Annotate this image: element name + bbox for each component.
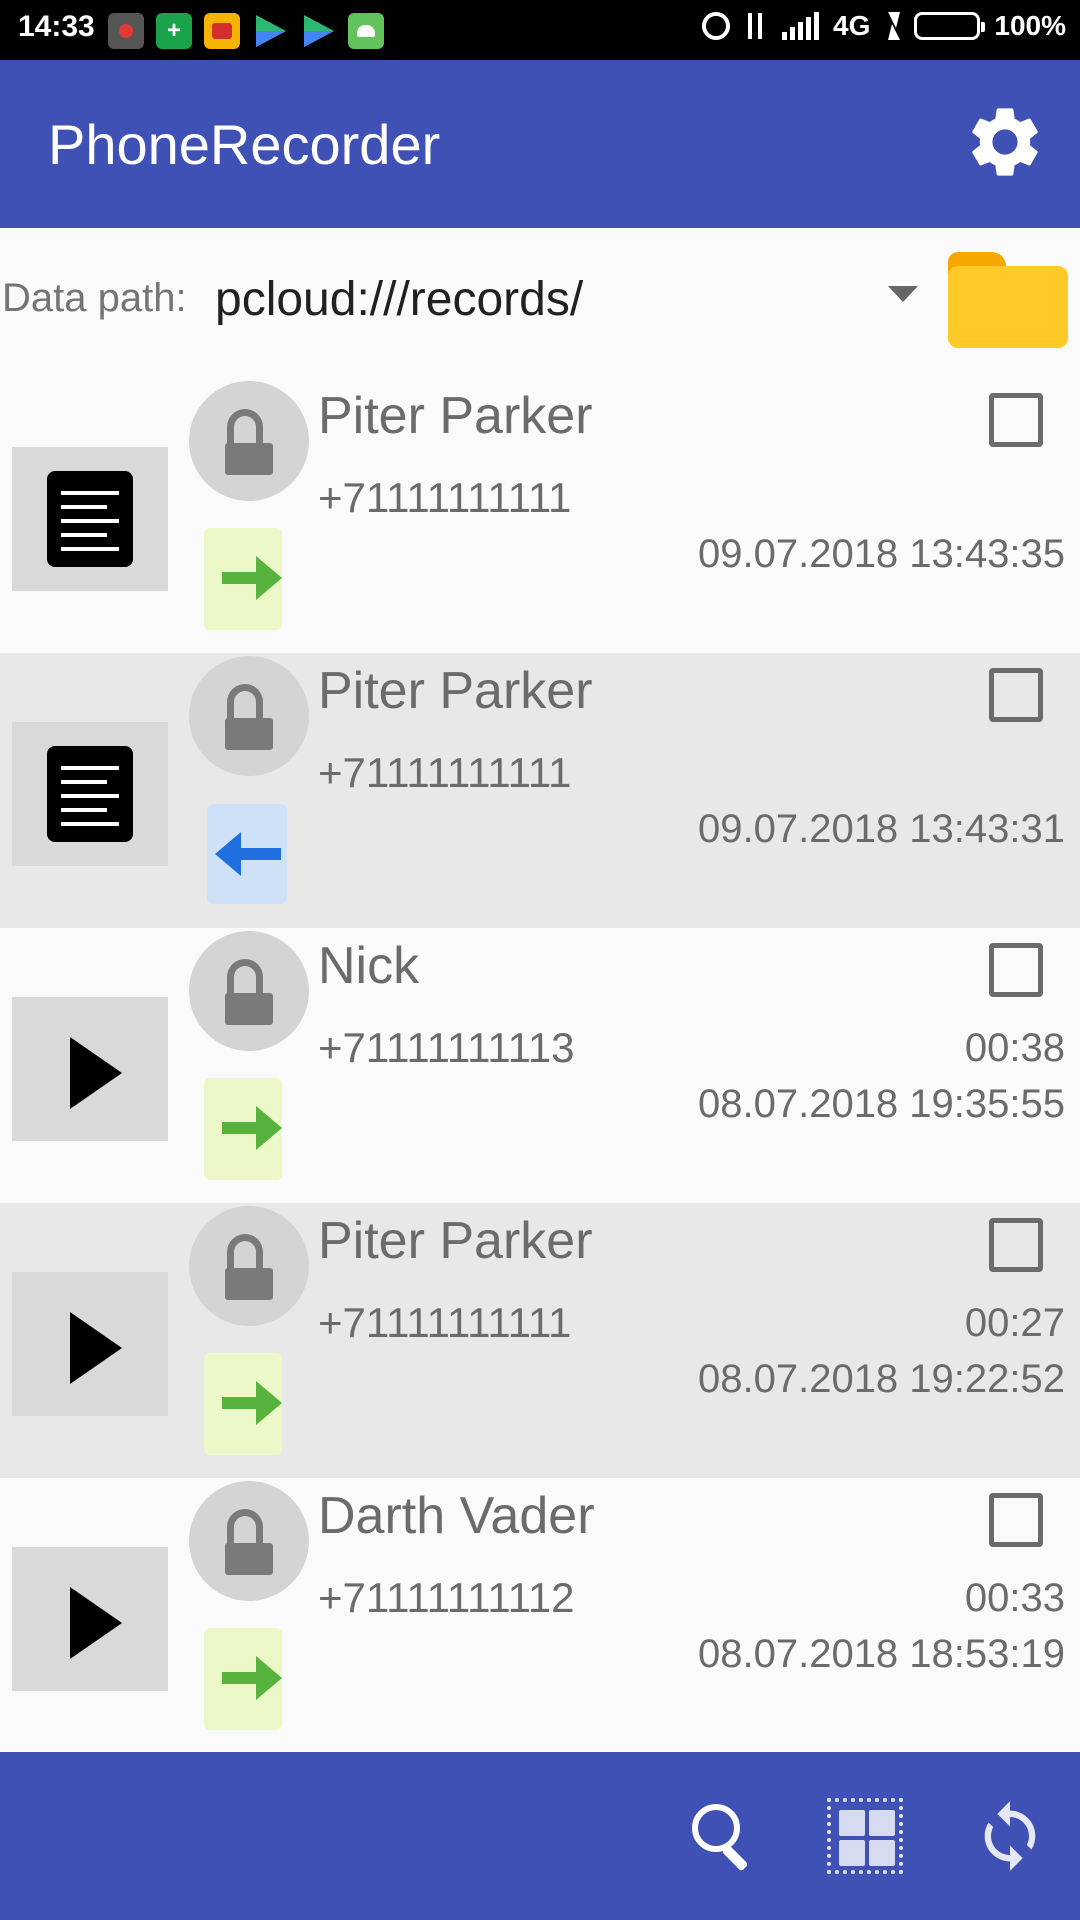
select-checkbox[interactable]	[989, 1218, 1043, 1272]
play-button[interactable]	[12, 1272, 168, 1416]
status-bar: 14:33 4G 100%	[0, 0, 1080, 60]
search-icon[interactable]	[688, 1800, 764, 1876]
contact-phone: +71111111111	[318, 1299, 572, 1346]
document-icon	[47, 471, 133, 567]
system-status: 4G 100%	[702, 10, 1066, 42]
play-icon	[70, 1312, 122, 1384]
lock-button[interactable]	[189, 931, 309, 1051]
record-duration: 00:38	[964, 1026, 1065, 1070]
lock-button[interactable]	[189, 656, 309, 776]
play-store-icon	[300, 13, 336, 49]
tag-app-icon	[204, 13, 240, 49]
alarm-icon	[702, 12, 731, 40]
lock-icon	[227, 684, 263, 722]
record-row[interactable]: Piter Parker +71111111111 09.07.2018 13:…	[0, 653, 1080, 928]
charging-icon	[884, 12, 901, 40]
search-handle	[721, 1844, 749, 1872]
contact-phone: +71111111111	[318, 749, 572, 796]
contact-phone: +71111111113	[318, 1024, 575, 1071]
folder-icon[interactable]	[946, 250, 1070, 350]
outgoing-call-icon	[204, 528, 282, 630]
lock-icon	[227, 1234, 263, 1272]
contact-phone: +71111111112	[318, 1574, 575, 1621]
document-icon	[47, 746, 133, 842]
lock-button[interactable]	[189, 1481, 309, 1601]
data-path-select[interactable]: pcloud:///records/	[215, 272, 583, 327]
notification-icons	[108, 13, 384, 49]
battery-icon	[914, 12, 986, 40]
data-path-row: Data path: pcloud:///records/	[0, 228, 1080, 378]
record-duration: 00:33	[964, 1576, 1065, 1620]
lock-icon	[227, 409, 263, 447]
folder-body	[948, 266, 1068, 348]
arrow-right-icon	[222, 1381, 282, 1425]
select-checkbox[interactable]	[989, 1493, 1043, 1547]
open-document-button[interactable]	[12, 722, 168, 866]
lock-icon	[227, 959, 263, 997]
lock-body	[225, 1268, 273, 1300]
lock-body	[225, 718, 273, 750]
play-store-icon	[252, 13, 288, 49]
lock-body	[225, 443, 273, 475]
network-type: 4G	[833, 10, 871, 41]
lock-button[interactable]	[189, 1206, 309, 1326]
select-checkbox[interactable]	[989, 943, 1043, 997]
lock-body	[225, 1543, 273, 1575]
app-bar: PhoneRecorder	[0, 60, 1080, 228]
record-row[interactable]: Piter Parker +71111111111 09.07.2018 13:…	[0, 378, 1080, 653]
record-datetime: 09.07.2018 13:43:31	[697, 807, 1065, 851]
play-button[interactable]	[12, 1547, 168, 1691]
search-ring	[692, 1804, 740, 1852]
contact-name: Nick	[318, 937, 420, 995]
select-checkbox[interactable]	[989, 393, 1043, 447]
contact-name: Piter Parker	[318, 387, 593, 445]
battery-percent: 100%	[994, 10, 1066, 41]
play-button[interactable]	[12, 997, 168, 1141]
play-icon	[70, 1587, 122, 1659]
arrow-left-icon	[215, 832, 281, 876]
refresh-icon[interactable]	[972, 1796, 1048, 1876]
status-time: 14:33	[18, 10, 95, 43]
signal-icon	[782, 12, 820, 40]
security-shield-icon	[156, 13, 192, 49]
contact-name: Piter Parker	[318, 1212, 593, 1270]
select-all-icon[interactable]	[827, 1798, 903, 1874]
record-row[interactable]: Nick +71111111113 00:38 08.07.2018 19:35…	[0, 928, 1080, 1203]
lock-icon	[227, 1509, 263, 1547]
data-transfer-icon	[744, 11, 768, 41]
record-datetime: 08.07.2018 19:35:55	[697, 1082, 1065, 1126]
outgoing-call-icon	[204, 1628, 282, 1730]
lock-button[interactable]	[189, 381, 309, 501]
bottom-toolbar	[0, 1752, 1080, 1920]
arrow-right-icon	[222, 1656, 282, 1700]
gear-icon[interactable]	[963, 100, 1047, 184]
record-datetime: 08.07.2018 18:53:19	[697, 1632, 1065, 1676]
arrow-right-icon	[222, 556, 282, 600]
android-app-icon	[348, 13, 384, 49]
records-list: Piter Parker +71111111111 09.07.2018 13:…	[0, 378, 1080, 1753]
chevron-down-icon[interactable]	[888, 286, 918, 302]
contact-phone: +71111111111	[318, 474, 572, 521]
incoming-call-icon	[207, 804, 287, 904]
outgoing-call-icon	[204, 1078, 282, 1180]
record-row[interactable]: Darth Vader +71111111112 00:33 08.07.201…	[0, 1478, 1080, 1753]
screen-recorder-icon	[108, 13, 144, 49]
contact-name: Darth Vader	[318, 1487, 595, 1545]
data-path-label: Data path:	[2, 276, 187, 320]
select-checkbox[interactable]	[989, 668, 1043, 722]
lock-body	[225, 993, 273, 1025]
app-title: PhoneRecorder	[48, 113, 441, 176]
play-icon	[70, 1037, 122, 1109]
record-datetime: 09.07.2018 13:43:35	[697, 532, 1065, 576]
record-row[interactable]: Piter Parker +71111111111 00:27 08.07.20…	[0, 1203, 1080, 1478]
outgoing-call-icon	[204, 1353, 282, 1455]
arrow-right-icon	[222, 1106, 282, 1150]
contact-name: Piter Parker	[318, 662, 593, 720]
record-duration: 00:27	[964, 1301, 1065, 1345]
record-datetime: 08.07.2018 19:22:52	[697, 1357, 1065, 1401]
open-document-button[interactable]	[12, 447, 168, 591]
